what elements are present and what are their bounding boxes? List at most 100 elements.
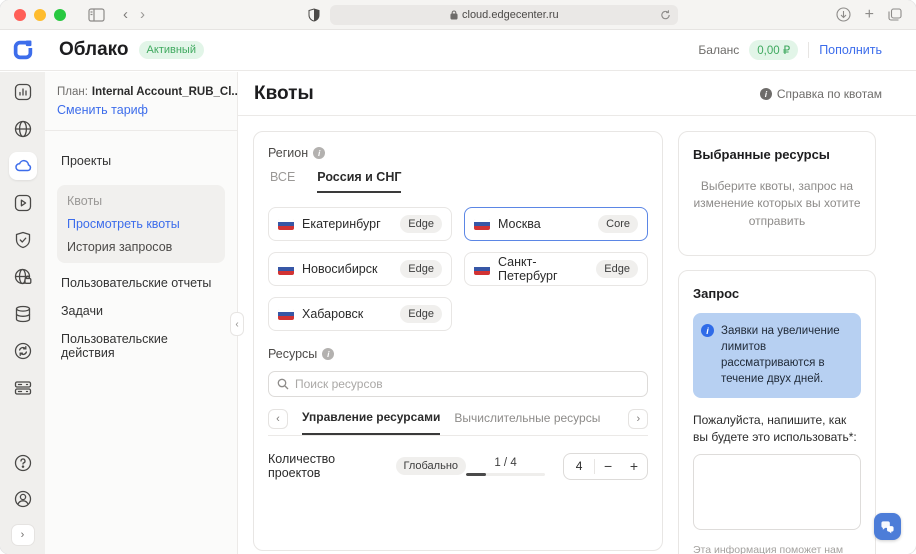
quotas-page-title: Квоты [254,83,314,105]
security-shield-icon[interactable] [12,229,34,251]
sidebar-nav: Проекты Квоты Просмотреть квоты История … [45,131,237,383]
search-icon [277,378,289,390]
streaming-icon[interactable] [12,192,34,214]
increment-button[interactable]: + [621,454,647,479]
resource-search[interactable] [268,371,648,397]
help-icon[interactable] [12,452,34,474]
close-window-button[interactable] [14,9,26,21]
tab-overview-icon[interactable] [888,8,902,21]
quota-progress-bar [466,473,545,476]
right-panel: Выбранные ресурсы Выберите квоты, запрос… [678,131,876,554]
status-badge: Активный [139,41,204,59]
quotas-help-link[interactable]: i Справка по квотам [760,87,882,101]
location-khabarovsk[interactable]: Хабаровск Edge [268,297,452,331]
quota-usage-label: 1 / 4 [466,457,545,469]
profile-icon[interactable] [12,488,34,510]
sidebar-collapse-button[interactable]: ‹ [230,312,244,336]
sidebar-group-quotas: Квоты Просмотреть квоты История запросов [57,185,225,263]
sidebar-item-view-quotas[interactable]: Просмотреть квоты [67,217,215,231]
tabs-scroll-right-button[interactable]: › [628,409,648,429]
request-info-alert: i Заявки на увеличение лимитов рассматри… [693,313,861,397]
request-title: Запрос [693,286,861,301]
quota-stepper: − + [563,453,648,480]
zoom-window-button[interactable] [54,9,66,21]
russia-flag-icon [474,264,490,275]
browser-chrome: ‹ › cloud.edgecenter.ru [0,0,916,30]
chat-bubbles-icon [880,520,895,534]
quota-value-input[interactable] [564,459,594,473]
sync-icon[interactable] [12,340,34,362]
url-text: cloud.edgecenter.ru [462,9,559,21]
usage-question-label: Пожалуйста, напишите, как вы будете это … [693,412,861,447]
sidebar-item-user-actions[interactable]: Пользовательские действия [57,325,225,367]
location-saint-petersburg[interactable]: Санкт-Петербург Edge [464,252,648,286]
russia-flag-icon [278,309,294,320]
sidebar: План: Internal Account_RUB_Cl... i Смени… [45,72,238,554]
service-rail: › [0,72,45,554]
tab-all-regions[interactable]: ВСЕ [270,170,295,193]
quota-name: Количество проектов [268,452,389,480]
alert-info-icon: i [701,324,714,337]
location-moscow[interactable]: Москва Core [464,207,648,241]
region-info-icon[interactable]: i [313,147,325,159]
quotas-card: Регион i ВСЕ Россия и СНГ Екатеринбург E… [253,131,663,551]
location-type-badge: Edge [400,215,442,233]
plan-label: План: [57,84,88,101]
sidebar-item-request-history[interactable]: История запросов [67,240,215,254]
app-header: Облако Активный Баланс 0,00 ₽ Пополнить [0,30,916,71]
selected-resources-card: Выбранные ресурсы Выберите квоты, запрос… [678,131,876,256]
location-type-badge: Edge [400,305,442,323]
rail-expand-button[interactable]: › [11,524,35,546]
database-icon[interactable] [12,303,34,325]
stats-icon[interactable] [12,81,34,103]
tab-compute-resources[interactable]: Вычислительные ресурсы [454,411,600,434]
address-bar[interactable]: cloud.edgecenter.ru [330,5,678,25]
resources-info-icon[interactable]: i [322,348,334,360]
selected-resources-description: Выберите квоты, запрос на изменение кото… [693,174,861,240]
tabs-scroll-left-button[interactable]: ‹ [268,409,288,429]
plan-value: Internal Account_RUB_Cl... [92,84,241,101]
location-type-badge: Edge [400,260,442,278]
support-chat-button[interactable] [874,513,901,540]
page-title: Облако [59,39,129,61]
alert-text: Заявки на увеличение лимитов рассматрива… [721,323,851,387]
decrement-button[interactable]: − [595,454,621,479]
location-type-badge: Edge [596,260,638,278]
minimize-window-button[interactable] [34,9,46,21]
quota-usage: 1 / 4 [466,457,545,476]
reload-icon[interactable] [660,9,671,21]
usage-textarea[interactable] [693,454,861,530]
tab-russia-cis[interactable]: Россия и СНГ [317,170,401,193]
dns-globe-icon[interactable] [12,266,34,288]
browser-forward-button[interactable]: › [134,7,151,22]
change-tariff-link[interactable]: Сменить тариф [57,103,148,117]
divider [808,42,809,58]
sidebar-item-quotas[interactable]: Квоты [67,194,215,208]
browser-sidebar-toggle-icon[interactable] [88,8,105,22]
cloud-icon[interactable] [9,152,37,180]
servers-icon[interactable] [12,377,34,399]
cdn-globe-icon[interactable] [12,118,34,140]
sidebar-item-projects[interactable]: Проекты [57,147,225,175]
search-input[interactable] [295,377,639,391]
sidebar-item-user-reports[interactable]: Пользовательские отчеты [57,269,225,297]
resources-label: Ресурсы [268,347,317,361]
location-ekaterinburg[interactable]: Екатеринбург Edge [268,207,452,241]
region-label: Регион [268,146,308,160]
russia-flag-icon [278,264,294,275]
location-novosibirsk[interactable]: Новосибирск Edge [268,252,452,286]
balance-label: Баланс [698,43,739,57]
topup-link[interactable]: Пополнить [819,43,882,57]
info-icon: i [760,88,772,100]
new-tab-icon[interactable]: + [865,7,874,23]
privacy-shield-icon[interactable] [308,8,320,22]
lock-icon [450,10,458,20]
russia-flag-icon [278,219,294,230]
sidebar-item-tasks[interactable]: Задачи [57,297,225,325]
browser-back-button[interactable]: ‹ [117,7,134,22]
browser-window: ‹ › cloud.edgecenter.ru [0,0,916,554]
resource-tabs: ‹ Управление ресурсами Вычислительные ре… [268,409,648,436]
usage-help-text: Эта информация поможет нам быстрее обраб… [693,543,861,554]
tab-resource-management[interactable]: Управление ресурсами [302,410,440,435]
downloads-icon[interactable] [836,7,851,22]
